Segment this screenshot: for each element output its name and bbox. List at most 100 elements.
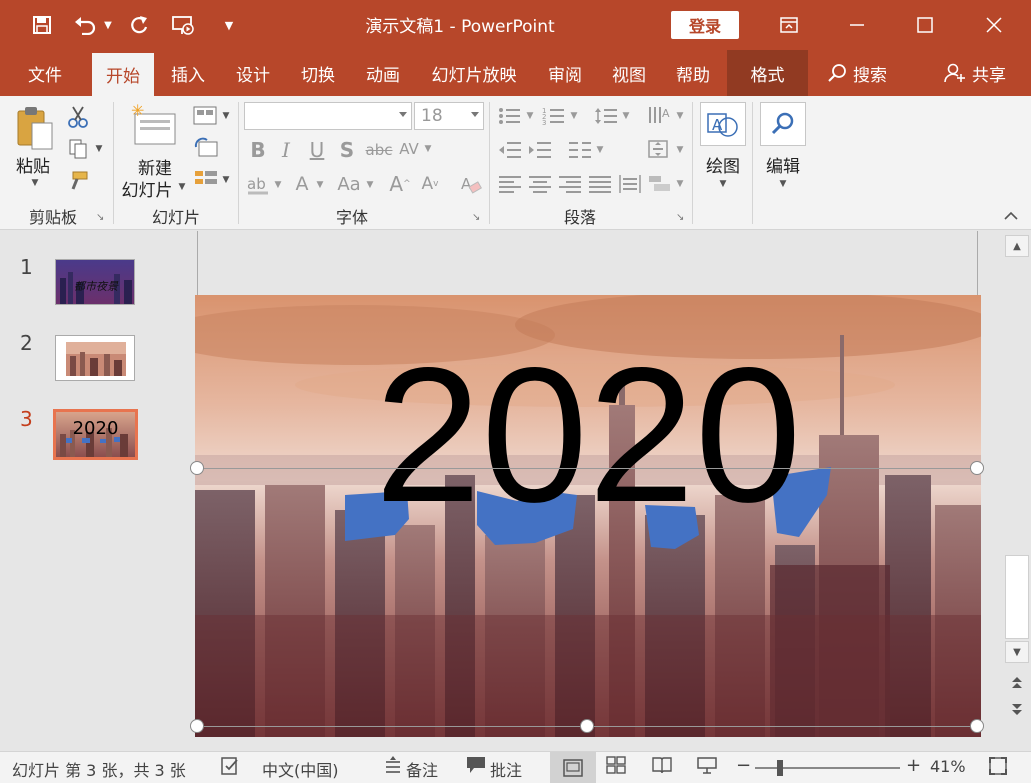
line-spacing-icon[interactable]	[592, 104, 620, 128]
vertical-scrollbar[interactable]: ▲ ▼	[1003, 231, 1031, 751]
zoom-level[interactable]: 41%	[930, 757, 966, 776]
next-slide-icon[interactable]	[1005, 697, 1029, 723]
editing-find-icon[interactable]	[760, 102, 806, 146]
scroll-up-icon[interactable]: ▲	[1005, 235, 1029, 257]
decrease-indent-icon[interactable]	[496, 138, 524, 162]
paste-dropdown-icon[interactable]: ▼	[25, 176, 45, 190]
slide-thumbnail-1[interactable]: 都市夜景	[55, 259, 135, 305]
justify-icon[interactable]	[586, 172, 614, 196]
ribbon-display-options-icon[interactable]	[755, 0, 823, 50]
character-spacing-dropdown-icon[interactable]: ▼	[422, 142, 434, 156]
editing-dropdown-icon[interactable]: ▼	[776, 178, 790, 190]
resize-handle-bottom-right[interactable]	[970, 719, 984, 733]
change-case-dropdown-icon[interactable]: ▼	[364, 178, 376, 192]
previous-slide-icon[interactable]	[1005, 669, 1029, 695]
undo-dropdown-icon[interactable]: ▼	[98, 8, 118, 42]
undo-icon[interactable]	[68, 8, 102, 42]
bold-icon[interactable]: B	[246, 138, 270, 162]
distributed-icon[interactable]	[616, 172, 644, 196]
slide-thumbnail-2[interactable]	[55, 335, 135, 381]
layout-dropdown-icon[interactable]: ▼	[220, 110, 232, 122]
zoom-slider-thumb[interactable]	[777, 760, 783, 776]
drawing-shapes-icon[interactable]: A	[700, 102, 746, 146]
font-launcher-icon[interactable]: ↘	[472, 212, 480, 223]
clear-formatting-icon[interactable]: ab	[244, 172, 272, 196]
section-icon[interactable]	[190, 168, 222, 192]
highlight-dropdown-icon[interactable]: ▼	[272, 178, 284, 192]
zoom-out-button[interactable]: −	[736, 755, 751, 776]
search-button[interactable]: 搜索	[818, 50, 896, 96]
slide-title-2020[interactable]: 2020	[195, 339, 981, 531]
resize-handle-bottom-center[interactable]	[580, 719, 594, 733]
change-case-icon[interactable]: Aa	[334, 172, 364, 196]
tab-help[interactable]: 帮助	[664, 50, 722, 96]
smartart-dropdown-icon[interactable]: ▼	[674, 178, 686, 190]
editing-label[interactable]: 编辑	[758, 152, 808, 177]
zoom-in-button[interactable]: +	[906, 755, 921, 776]
text-shadow-icon[interactable]: S	[334, 138, 360, 162]
tab-animations[interactable]: 动画	[353, 50, 413, 96]
drawing-label[interactable]: 绘图	[698, 152, 748, 177]
slide-3[interactable]: 2020	[195, 295, 981, 737]
copy-icon[interactable]	[64, 136, 92, 162]
save-icon[interactable]	[25, 8, 59, 42]
clear-all-formatting-icon[interactable]: A	[458, 172, 484, 196]
decrease-font-size-icon[interactable]: Av	[418, 172, 442, 196]
columns-icon[interactable]	[566, 138, 594, 162]
bullets-dropdown-icon[interactable]: ▼	[524, 110, 536, 122]
tab-file[interactable]: 文件	[10, 50, 80, 96]
align-left-icon[interactable]	[496, 172, 524, 196]
align-right-icon[interactable]	[556, 172, 584, 196]
tab-view[interactable]: 视图	[600, 50, 658, 96]
reset-slide-icon[interactable]	[190, 136, 222, 160]
slide-sorter-icon[interactable]	[606, 756, 626, 779]
numbering-dropdown-icon[interactable]: ▼	[568, 110, 580, 122]
character-spacing-icon[interactable]: AV	[396, 136, 422, 162]
normal-view-icon[interactable]	[550, 752, 596, 783]
new-slide-label-2[interactable]: 幻灯片	[118, 176, 176, 201]
section-dropdown-icon[interactable]: ▼	[220, 174, 232, 186]
tab-slideshow[interactable]: 幻灯片放映	[420, 50, 528, 96]
notes-icon[interactable]	[384, 756, 402, 779]
strikethrough-icon[interactable]: abc	[364, 138, 394, 162]
language-status[interactable]: 中文(中国)	[262, 757, 339, 781]
maximize-icon[interactable]	[891, 0, 959, 50]
new-slide-dropdown-icon[interactable]: ▼	[176, 180, 188, 194]
resize-handle-mid-left[interactable]	[190, 461, 204, 475]
paste-label[interactable]: 粘贴	[10, 152, 56, 177]
close-icon[interactable]	[960, 0, 1028, 50]
tab-format[interactable]: 格式	[727, 50, 808, 96]
align-center-icon[interactable]	[526, 172, 554, 196]
paragraph-launcher-icon[interactable]: ↘	[676, 212, 684, 223]
slideshow-view-icon[interactable]	[697, 756, 717, 779]
line-spacing-dropdown-icon[interactable]: ▼	[620, 110, 632, 122]
drawing-dropdown-icon[interactable]: ▼	[716, 178, 730, 190]
comments-icon[interactable]	[466, 756, 486, 779]
customize-toolbar-icon[interactable]: ▼	[212, 8, 246, 42]
text-direction-dropdown-icon[interactable]: ▼	[674, 110, 686, 122]
text-direction-icon[interactable]: A	[644, 104, 674, 128]
login-button[interactable]: 登录	[671, 11, 739, 39]
reading-view-icon[interactable]	[652, 756, 672, 779]
present-from-start-icon[interactable]	[166, 8, 200, 42]
fit-slide-to-window-icon[interactable]	[988, 756, 1008, 781]
font-color-dropdown-icon[interactable]: ▼	[314, 178, 326, 192]
font-size-select[interactable]: 18	[414, 102, 484, 130]
new-slide-icon[interactable]: ✳	[128, 102, 178, 150]
notes-button[interactable]: 备注	[406, 757, 438, 781]
tab-transitions[interactable]: 切换	[288, 50, 348, 96]
font-name-select[interactable]	[244, 102, 412, 130]
spell-check-icon[interactable]	[220, 756, 240, 781]
layout-icon[interactable]	[190, 104, 222, 128]
resize-handle-mid-right[interactable]	[970, 461, 984, 475]
clipboard-launcher-icon[interactable]: ↘	[96, 212, 104, 223]
format-painter-icon[interactable]	[64, 168, 92, 194]
align-text-icon[interactable]	[644, 136, 674, 162]
columns-dropdown-icon[interactable]: ▼	[594, 144, 606, 156]
bullets-icon[interactable]	[496, 104, 524, 128]
increase-indent-icon[interactable]	[526, 138, 554, 162]
copy-dropdown-icon[interactable]: ▼	[92, 142, 106, 156]
tab-design[interactable]: 设计	[223, 50, 283, 96]
collapse-ribbon-icon[interactable]	[1000, 208, 1022, 224]
tab-insert[interactable]: 插入	[158, 50, 218, 96]
